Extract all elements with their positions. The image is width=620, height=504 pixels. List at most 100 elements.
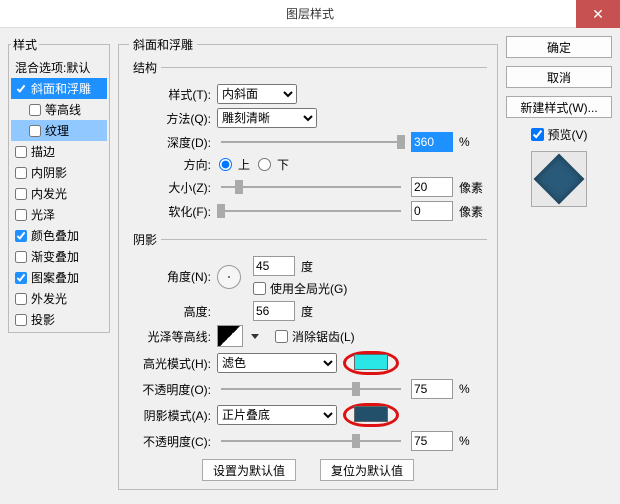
highlight-color-swatch[interactable] <box>354 354 388 370</box>
new-style-button[interactable]: 新建样式(W)... <box>506 96 612 118</box>
cancel-button[interactable]: 取消 <box>506 66 612 88</box>
bevel-checkbox[interactable] <box>15 83 27 95</box>
texture-checkbox[interactable] <box>29 125 41 137</box>
pattern-overlay[interactable]: 图案叠加 <box>11 267 107 288</box>
satin[interactable]: 光泽 <box>11 204 107 225</box>
drop-shadow-checkbox[interactable] <box>15 314 27 326</box>
highlight-opacity-input[interactable] <box>411 379 453 399</box>
shadow-color-swatch[interactable] <box>354 406 388 422</box>
direction-down[interactable]: 下 <box>256 156 289 173</box>
method-label: 方法(Q): <box>129 110 211 127</box>
pattern-overlay-checkbox[interactable] <box>15 272 27 284</box>
ok-button[interactable]: 确定 <box>506 36 612 58</box>
depth-unit: % <box>459 135 487 149</box>
depth-slider[interactable] <box>221 141 401 143</box>
color-overlay-checkbox[interactable] <box>15 230 27 242</box>
global-light-label: 使用全局光(G) <box>270 280 347 297</box>
highlight-mode-label: 高光模式(H): <box>129 355 211 372</box>
stroke[interactable]: 描边 <box>11 141 107 162</box>
global-light-checkbox[interactable] <box>253 282 266 295</box>
size-input[interactable] <box>411 177 453 197</box>
highlight-opacity-slider[interactable] <box>221 388 401 390</box>
preview-thumbnail <box>534 154 585 205</box>
preview-toggle[interactable]: 预览(V) <box>531 126 588 143</box>
gloss-dropdown-icon[interactable] <box>251 334 259 339</box>
gradient-overlay-label: 渐变叠加 <box>31 248 79 265</box>
style-select[interactable]: 内斜面 <box>217 84 297 104</box>
bevel-emboss[interactable]: 斜面和浮雕 <box>11 78 107 99</box>
contour-checkbox[interactable] <box>29 104 41 116</box>
depth-input[interactable] <box>411 132 453 152</box>
style-label: 样式(T): <box>129 86 211 103</box>
blend-options[interactable]: 混合选项:默认 <box>11 57 107 78</box>
texture[interactable]: 纹理 <box>11 120 107 141</box>
antialias[interactable]: 消除锯齿(L) <box>275 328 355 345</box>
gradient-overlay[interactable]: 渐变叠加 <box>11 246 107 267</box>
highlight-color-ring <box>343 351 399 375</box>
altitude-label: 高度: <box>129 303 211 320</box>
reset-default-button[interactable]: 复位为默认值 <box>320 459 414 481</box>
shadow-color-ring <box>343 403 399 427</box>
angle-label: 角度(N): <box>129 268 211 285</box>
soften-input[interactable] <box>411 201 453 221</box>
direction-up[interactable]: 上 <box>217 156 250 173</box>
outer-glow[interactable]: 外发光 <box>11 288 107 309</box>
shading-legend: 阴影 <box>129 231 161 248</box>
drop-shadow-label: 投影 <box>31 311 55 328</box>
drop-shadow[interactable]: 投影 <box>11 309 107 330</box>
inner-shadow[interactable]: 内阴影 <box>11 162 107 183</box>
global-light[interactable]: 使用全局光(G) <box>253 280 347 297</box>
close-button[interactable]: ✕ <box>576 0 620 28</box>
size-unit: 像素 <box>459 179 487 196</box>
antialias-checkbox[interactable] <box>275 330 288 343</box>
texture-label: 纹理 <box>45 122 69 139</box>
shadow-mode-select[interactable]: 正片叠底 <box>217 405 337 425</box>
direction-label: 方向: <box>129 156 211 173</box>
highlight-mode-select[interactable]: 滤色 <box>217 353 337 373</box>
blend-options-label: 混合选项:默认 <box>15 59 90 76</box>
angle-dial[interactable] <box>217 265 241 289</box>
inner-glow-checkbox[interactable] <box>15 188 27 200</box>
soften-slider[interactable] <box>221 210 401 212</box>
shadow-opacity-label: 不透明度(C): <box>129 433 211 450</box>
bevel-section: 斜面和浮雕 结构 样式(T): 内斜面 方法(Q): 雕刻清晰 深度(D): % <box>118 36 498 490</box>
altitude-input[interactable] <box>253 301 295 321</box>
size-label: 大小(Z): <box>129 179 211 196</box>
antialias-label: 消除锯齿(L) <box>292 328 355 345</box>
pattern-overlay-label: 图案叠加 <box>31 269 79 286</box>
gloss-contour[interactable] <box>217 325 243 347</box>
outer-glow-label: 外发光 <box>31 290 67 307</box>
contour-label: 等高线 <box>45 101 81 118</box>
structure-legend: 结构 <box>129 59 161 76</box>
color-overlay-label: 颜色叠加 <box>31 227 79 244</box>
color-overlay[interactable]: 颜色叠加 <box>11 225 107 246</box>
size-slider[interactable] <box>221 186 401 188</box>
up-radio[interactable] <box>219 158 232 171</box>
inner-glow-label: 内发光 <box>31 185 67 202</box>
method-select[interactable]: 雕刻清晰 <box>217 108 317 128</box>
bevel-legend: 斜面和浮雕 <box>129 36 197 53</box>
contour[interactable]: 等高线 <box>11 99 107 120</box>
down-label: 下 <box>277 156 289 173</box>
soften-unit: 像素 <box>459 203 487 220</box>
shadow-opacity-unit: % <box>459 434 487 448</box>
styles-legend: 样式 <box>11 36 39 53</box>
satin-checkbox[interactable] <box>15 209 27 221</box>
altitude-unit: 度 <box>301 303 313 320</box>
soften-label: 软化(F): <box>129 203 211 220</box>
preview-checkbox[interactable] <box>531 128 544 141</box>
up-label: 上 <box>238 156 250 173</box>
gradient-overlay-checkbox[interactable] <box>15 251 27 263</box>
inner-shadow-checkbox[interactable] <box>15 167 27 179</box>
inner-glow[interactable]: 内发光 <box>11 183 107 204</box>
angle-unit: 度 <box>301 258 313 275</box>
angle-input[interactable] <box>253 256 295 276</box>
bevel-label: 斜面和浮雕 <box>31 80 91 97</box>
outer-glow-checkbox[interactable] <box>15 293 27 305</box>
shadow-opacity-input[interactable] <box>411 431 453 451</box>
down-radio[interactable] <box>258 158 271 171</box>
stroke-checkbox[interactable] <box>15 146 27 158</box>
shadow-opacity-slider[interactable] <box>221 440 401 442</box>
make-default-button[interactable]: 设置为默认值 <box>202 459 296 481</box>
gloss-label: 光泽等高线: <box>129 328 211 345</box>
